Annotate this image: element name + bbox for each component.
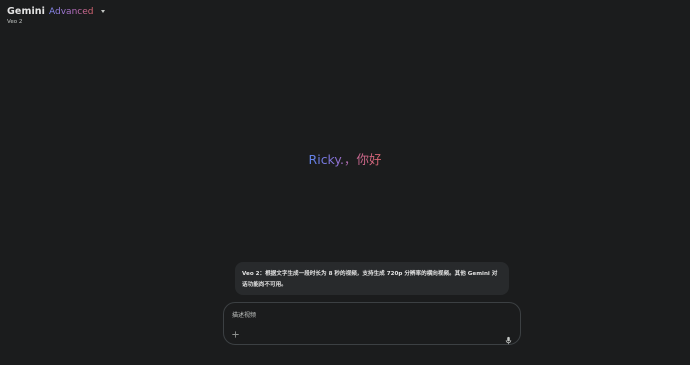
brand-tier: Advanced bbox=[49, 6, 94, 17]
greeting-text: Ricky.，你好 bbox=[308, 152, 382, 167]
prompt-composer bbox=[223, 302, 521, 345]
brand-name: Gemini bbox=[7, 6, 46, 17]
microphone-icon[interactable] bbox=[504, 330, 513, 345]
plus-icon[interactable] bbox=[231, 330, 240, 339]
model-info-notice: Veo 2：根据文字生成一段时长为 8 秒的视频，支持生成 720p 分辨率的横… bbox=[235, 262, 509, 295]
prompt-input[interactable] bbox=[232, 309, 502, 321]
chevron-down-icon[interactable] bbox=[101, 10, 106, 13]
notice-text: Veo 2：根据文字生成一段时长为 8 秒的视频，支持生成 720p 分辨率的横… bbox=[242, 271, 498, 288]
current-model-label: Veo 2 bbox=[7, 19, 23, 25]
gemini-app: Gemini Advanced Veo 2 Ricky.，你好 Veo 2：根据… bbox=[0, 0, 690, 365]
greeting-container: Ricky.，你好 bbox=[0, 149, 690, 168]
header: Gemini Advanced Veo 2 bbox=[7, 6, 106, 25]
model-switcher[interactable]: Gemini Advanced bbox=[7, 6, 106, 17]
